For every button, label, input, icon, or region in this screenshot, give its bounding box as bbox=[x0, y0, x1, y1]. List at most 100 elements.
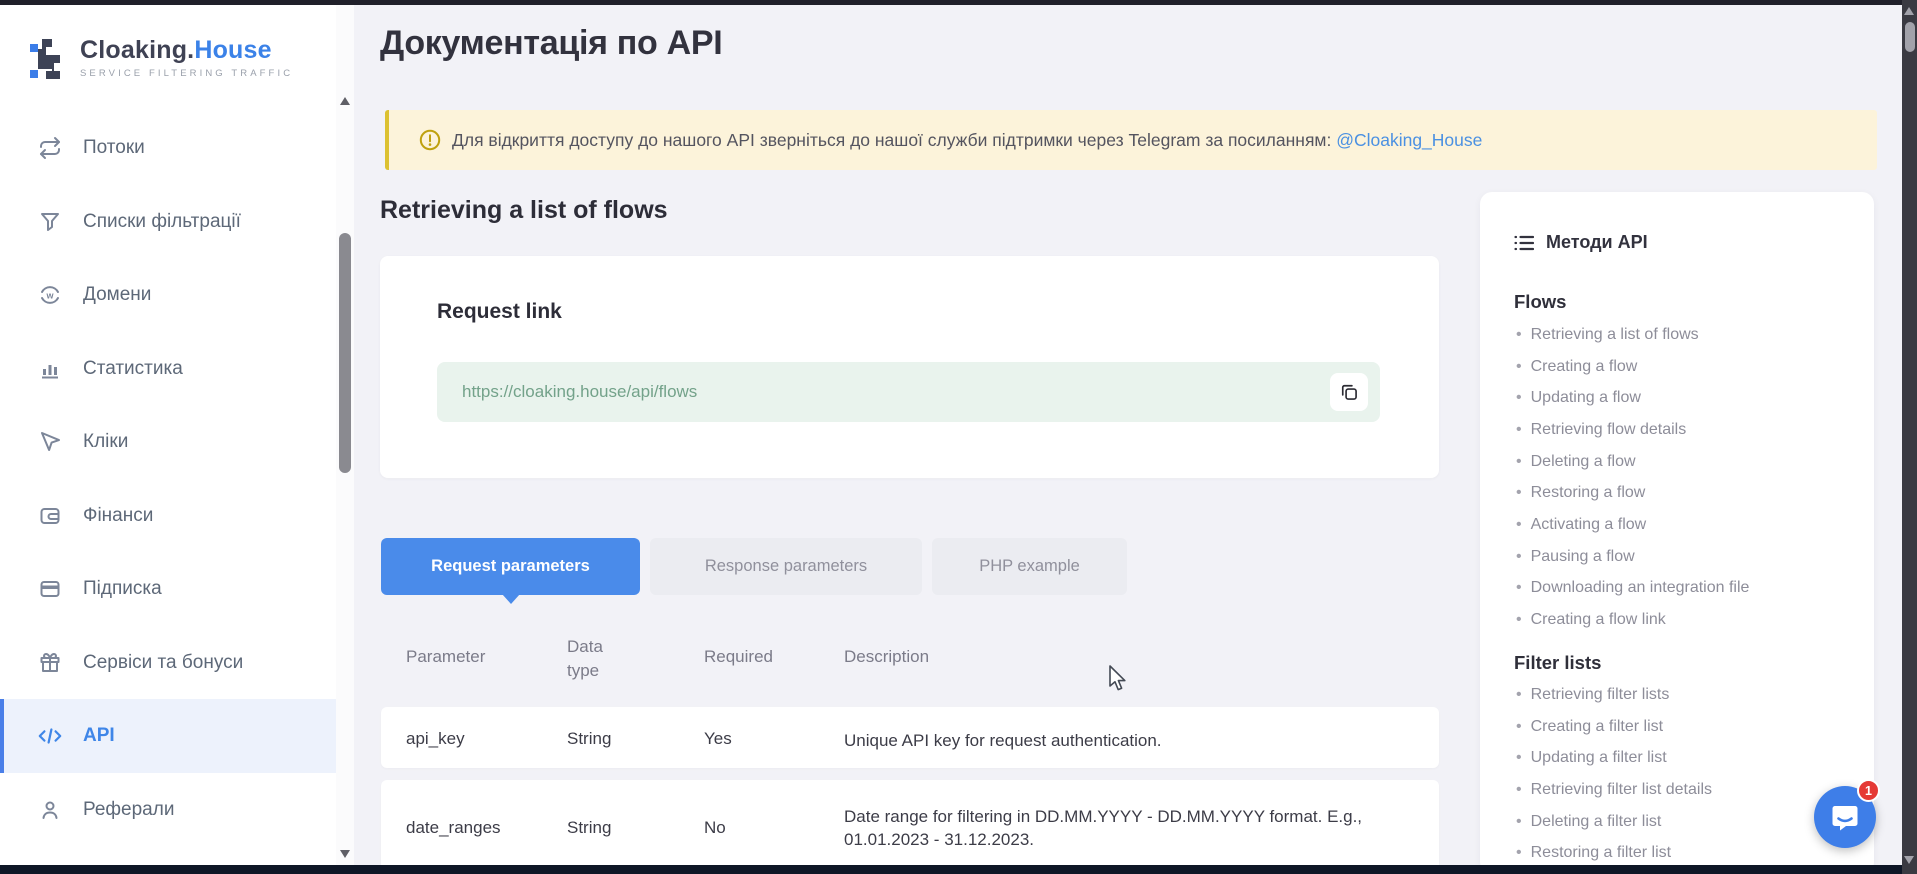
flows-icon bbox=[37, 135, 63, 161]
statistics-icon bbox=[37, 356, 63, 382]
page-scroll-up-arrow[interactable] bbox=[1904, 7, 1914, 15]
filter-lists-icon bbox=[37, 209, 63, 235]
methods-panel-header: Методи API bbox=[1514, 232, 1648, 253]
method-link[interactable]: •Updating a filter list bbox=[1516, 742, 1864, 774]
sidebar-item-label: Сервіси та бонуси bbox=[83, 652, 243, 674]
method-link[interactable]: •Updating a flow bbox=[1516, 382, 1864, 414]
column-header-description: Description bbox=[844, 647, 929, 667]
method-link[interactable]: •Creating a flow bbox=[1516, 351, 1864, 383]
method-link[interactable]: •Deleting a flow bbox=[1516, 446, 1864, 478]
logo-title: Cloaking.House bbox=[80, 36, 293, 65]
table-row-api-key: api_key String Yes Unique API key for re… bbox=[381, 707, 1439, 768]
chat-bubble-icon bbox=[1830, 802, 1860, 832]
table-row-date-ranges: date_ranges String No Date range for fil… bbox=[381, 780, 1439, 870]
domains-icon: w bbox=[37, 282, 63, 308]
copy-icon bbox=[1339, 382, 1359, 402]
page-title: Документація по API bbox=[380, 24, 722, 63]
method-link[interactable]: •Pausing a flow bbox=[1516, 541, 1864, 573]
request-link-title: Request link bbox=[437, 300, 562, 324]
column-header-data-type: Data type bbox=[567, 635, 629, 683]
tab-response-parameters[interactable]: Response parameters bbox=[650, 538, 922, 595]
sidebar-item-domains[interactable]: w Домени bbox=[0, 258, 336, 332]
warning-icon bbox=[419, 129, 441, 151]
method-link[interactable]: •Activating a flow bbox=[1516, 509, 1864, 541]
group-heading-filter-lists: Filter lists bbox=[1514, 652, 1601, 674]
cell-required: No bbox=[704, 818, 726, 838]
page-scroll-thumb[interactable] bbox=[1905, 22, 1915, 52]
group-heading-flows: Flows bbox=[1514, 291, 1566, 313]
page-scroll-down-arrow[interactable] bbox=[1904, 856, 1914, 864]
mouse-cursor bbox=[1108, 665, 1130, 695]
support-chat-button[interactable]: 1 bbox=[1814, 786, 1876, 848]
method-link[interactable]: •Retrieving filter lists bbox=[1516, 679, 1864, 711]
page-scrollbar[interactable] bbox=[1902, 0, 1917, 874]
services-icon bbox=[37, 650, 63, 676]
method-link[interactable]: •Deleting a filter list bbox=[1516, 806, 1864, 838]
sidebar-item-statistics[interactable]: Статистика bbox=[0, 332, 336, 406]
cell-required: Yes bbox=[704, 729, 732, 749]
logo-tagline: SERVICE FILTERING TRAFFIC bbox=[80, 68, 293, 79]
subscription-icon bbox=[37, 576, 63, 602]
cell-parameter: date_ranges bbox=[406, 818, 501, 838]
cell-data-type: String bbox=[567, 818, 611, 838]
method-link[interactable]: •Creating a flow link bbox=[1516, 604, 1864, 636]
method-link[interactable]: •Downloading an integration file bbox=[1516, 573, 1864, 605]
sidebar: Cloaking.House SERVICE FILTERING TRAFFIC… bbox=[0, 5, 354, 874]
clicks-icon bbox=[37, 429, 63, 455]
method-link[interactable]: •Creating a filter list bbox=[1516, 711, 1864, 743]
cloaking-house-logo-icon bbox=[30, 37, 66, 85]
api-documentation-page: { "colors": { "brand_blue": "#3b82e8", "… bbox=[0, 0, 1917, 874]
request-link-card: Request link https://cloaking.house/api/… bbox=[380, 256, 1439, 478]
filter-lists-method-list: •Retrieving filter lists •Creating a fil… bbox=[1516, 679, 1864, 869]
sidebar-item-label: Фінанси bbox=[83, 505, 153, 527]
method-link[interactable]: •Retrieving flow details bbox=[1516, 414, 1864, 446]
sidebar-item-services[interactable]: Сервіси та бонуси bbox=[0, 626, 336, 700]
copy-url-button[interactable] bbox=[1330, 373, 1368, 411]
finance-icon bbox=[37, 503, 63, 529]
chat-notification-badge: 1 bbox=[1857, 779, 1880, 802]
sidebar-item-flows[interactable]: Потоки bbox=[0, 111, 336, 185]
column-header-parameter: Parameter bbox=[406, 647, 485, 667]
sidebar-item-filter-lists[interactable]: Списки фільтрації bbox=[0, 185, 336, 259]
methods-panel-title: Методи API bbox=[1546, 232, 1648, 253]
sidebar-scroll-thumb[interactable] bbox=[339, 233, 351, 473]
column-header-required: Required bbox=[704, 647, 773, 667]
flows-method-list: •Retrieving a list of flows •Creating a … bbox=[1516, 319, 1864, 636]
list-icon bbox=[1514, 234, 1534, 252]
sidebar-item-subscription[interactable]: Підписка bbox=[0, 552, 336, 626]
request-url: https://cloaking.house/api/flows bbox=[462, 382, 697, 402]
sidebar-scroll-down-arrow[interactable] bbox=[340, 850, 350, 858]
api-methods-panel: Методи API Flows •Retrieving a list of f… bbox=[1480, 192, 1874, 874]
section-title: Retrieving a list of flows bbox=[380, 196, 668, 225]
api-icon bbox=[37, 723, 63, 749]
sidebar-item-referrals[interactable]: Реферали bbox=[0, 773, 336, 847]
cell-data-type: String bbox=[567, 729, 611, 749]
window-top-edge bbox=[0, 0, 1917, 5]
request-url-field: https://cloaking.house/api/flows bbox=[437, 362, 1380, 422]
cell-description: Unique API key for request authenticatio… bbox=[844, 729, 1384, 752]
banner-text: Для відкриття доступу до нашого API звер… bbox=[452, 130, 1482, 151]
sidebar-item-label: Статистика bbox=[83, 358, 183, 380]
window-bottom-edge bbox=[0, 865, 1917, 874]
sidebar-scrollbar[interactable] bbox=[336, 5, 354, 874]
cell-description: Date range for filtering in DD.MM.YYYY -… bbox=[844, 805, 1384, 851]
sidebar-item-finance[interactable]: Фінанси bbox=[0, 479, 336, 553]
sidebar-item-label: Підписка bbox=[83, 578, 162, 600]
method-link[interactable]: •Retrieving a list of flows bbox=[1516, 319, 1864, 351]
svg-text:w: w bbox=[45, 291, 54, 301]
sidebar-item-label: Кліки bbox=[83, 431, 128, 453]
tab-php-example[interactable]: PHP example bbox=[932, 538, 1127, 595]
telegram-link[interactable]: @Cloaking_House bbox=[1336, 130, 1482, 150]
method-link[interactable]: •Restoring a flow bbox=[1516, 477, 1864, 509]
logo[interactable]: Cloaking.House SERVICE FILTERING TRAFFIC bbox=[24, 30, 324, 90]
sidebar-item-api[interactable]: API bbox=[0, 699, 336, 773]
api-access-banner: Для відкриття доступу до нашого API звер… bbox=[385, 110, 1877, 170]
tab-request-parameters[interactable]: Request parameters bbox=[381, 538, 640, 595]
method-link[interactable]: •Retrieving filter list details bbox=[1516, 774, 1864, 806]
sidebar-item-label: Потоки bbox=[83, 137, 145, 159]
referrals-icon bbox=[37, 797, 63, 823]
sidebar-item-label: Реферали bbox=[83, 799, 174, 821]
sidebar-scroll-up-arrow[interactable] bbox=[340, 97, 350, 105]
sidebar-item-clicks[interactable]: Кліки bbox=[0, 405, 336, 479]
sidebar-item-label: Списки фільтрації bbox=[83, 211, 241, 233]
